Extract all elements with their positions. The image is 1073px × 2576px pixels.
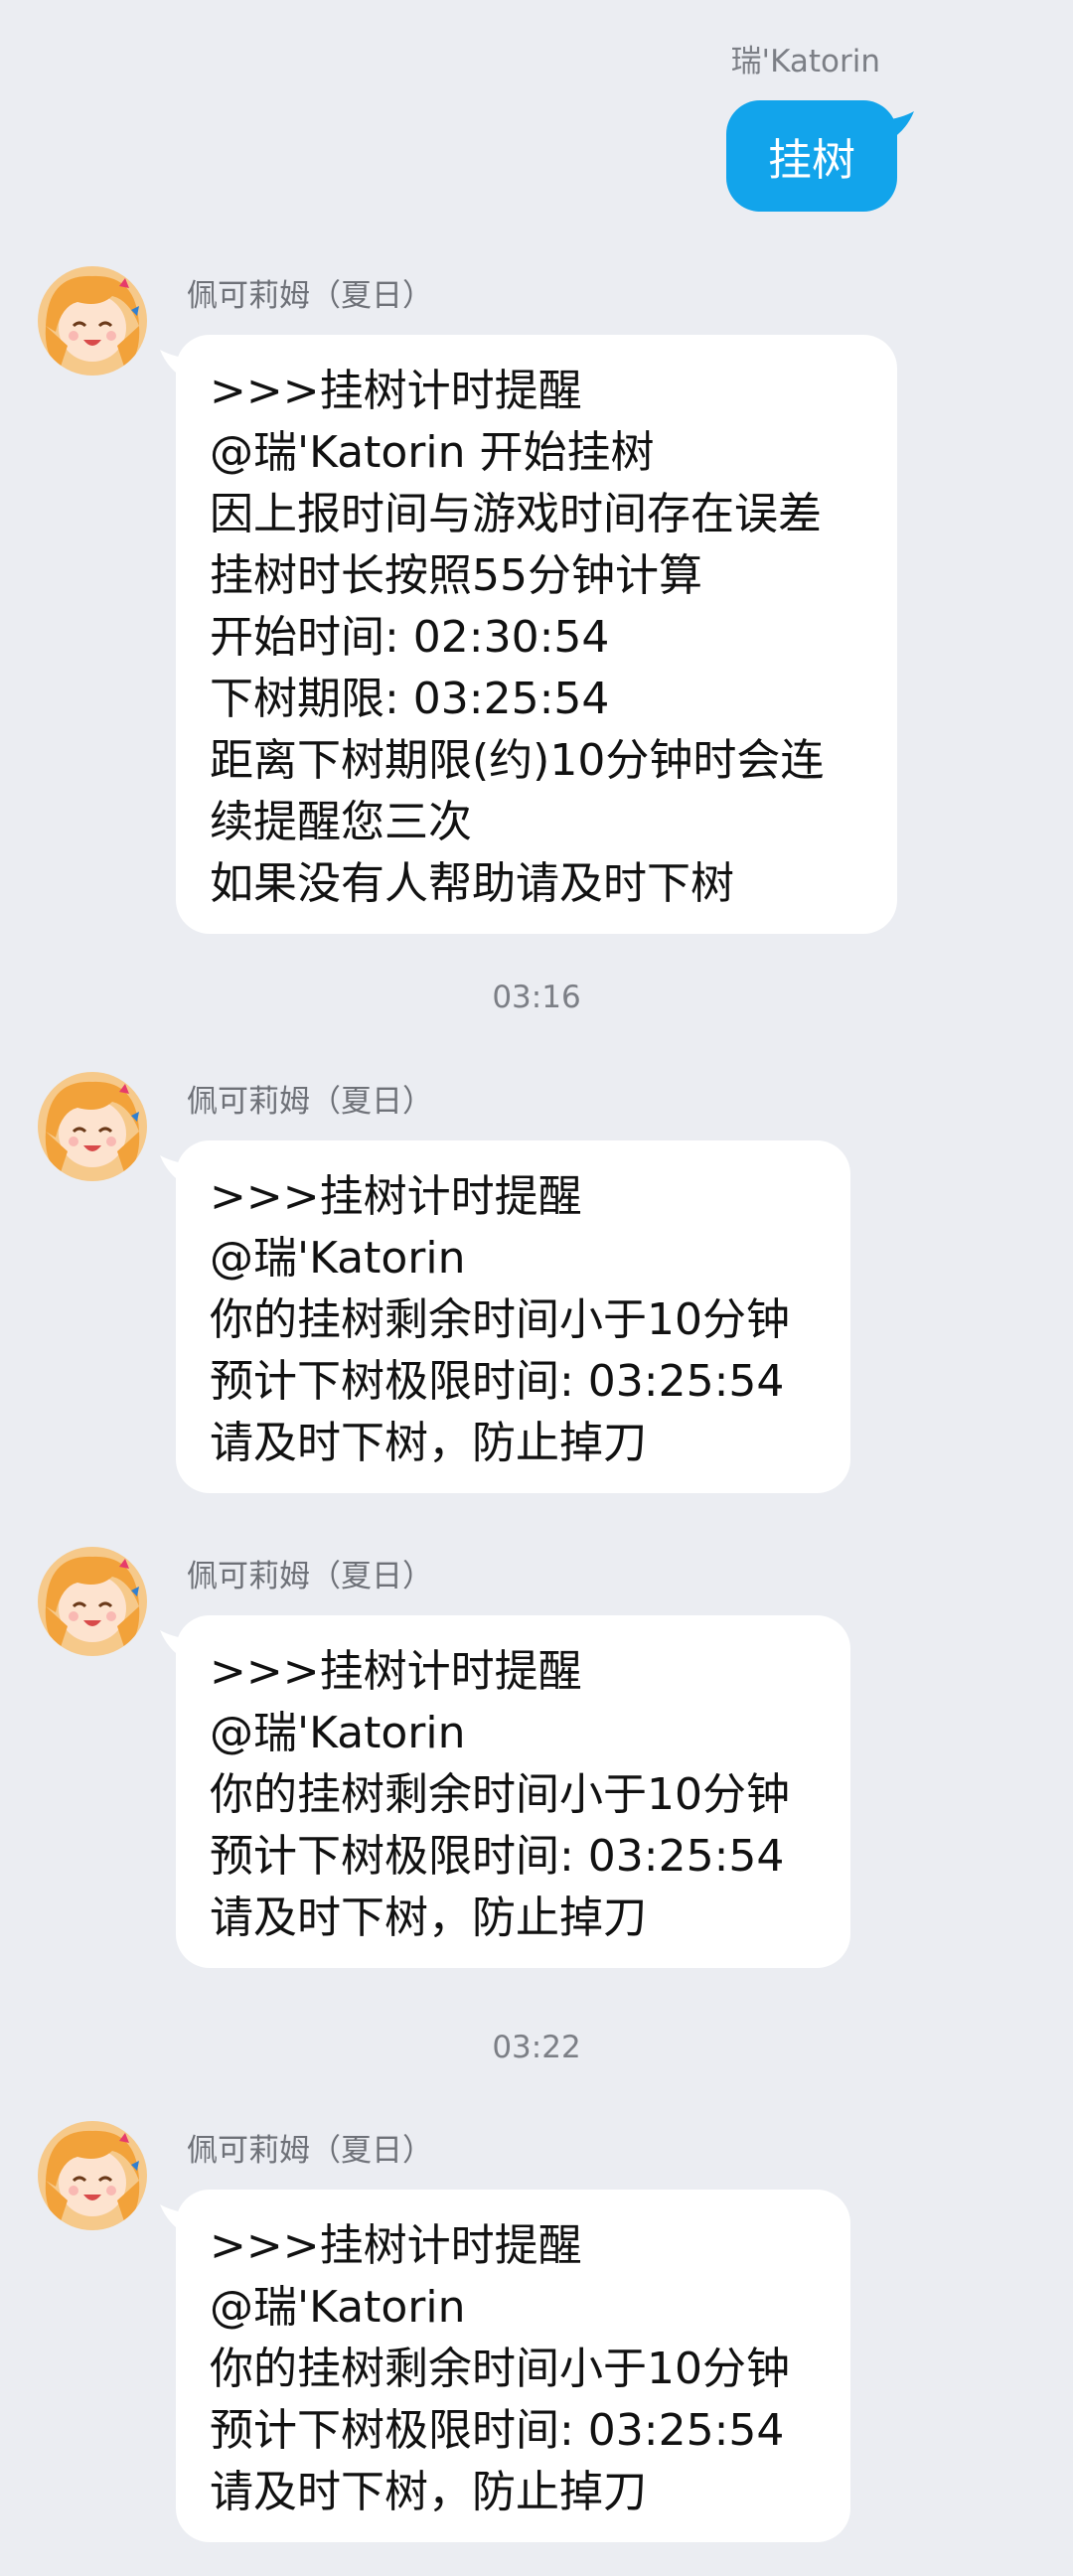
message-line: 下树期限: 03:25:54 [210, 674, 610, 724]
message-line: @瑞'Katorin [210, 2282, 466, 2333]
message-bubble[interactable]: >>>挂树计时提醒 @瑞'Katorin 你的挂树剩余时间小于10分钟 预计下树… [176, 1140, 850, 1493]
avatar[interactable] [38, 1547, 147, 1656]
message-line: 因上报时间与游戏时间存在误差 [210, 489, 822, 539]
message-line: >>>挂树计时提醒 [210, 366, 582, 416]
self-message-text: 挂树 [768, 135, 855, 186]
message-line: 续提醒您三次 [210, 797, 472, 847]
message-line: >>>挂树计时提醒 [210, 1171, 582, 1222]
anime-girl-avatar-icon [38, 266, 147, 376]
message-line: 预计下树极限时间: 03:25:54 [210, 1831, 785, 1882]
self-message-bubble[interactable]: 挂树 [726, 100, 897, 212]
message-line: 预计下树极限时间: 03:25:54 [210, 1356, 785, 1407]
avatar[interactable] [38, 1072, 147, 1181]
self-sender-name: 瑞'Katorin [730, 44, 880, 79]
sender-name: 佩可莉姆（夏日） [187, 1559, 433, 1594]
message-line: 请及时下树，防止掉刀 [210, 2467, 647, 2517]
message-line: 请及时下树，防止掉刀 [210, 1418, 647, 1468]
message-line: 距离下树期限(约)10分钟时会连 [210, 735, 825, 786]
message-line: 如果没有人帮助请及时下树 [210, 858, 734, 909]
message-line: 挂树时长按照55分钟计算 [210, 550, 702, 601]
avatar[interactable] [38, 2121, 147, 2230]
sender-name: 佩可莉姆（夏日） [187, 278, 433, 314]
message-bubble[interactable]: >>>挂树计时提醒 @瑞'Katorin 你的挂树剩余时间小于10分钟 预计下树… [176, 1615, 850, 1968]
message-line: 你的挂树剩余时间小于10分钟 [210, 1294, 790, 1345]
anime-girl-avatar-icon [38, 1547, 147, 1656]
message-line: >>>挂树计时提醒 [210, 1646, 582, 1697]
anime-girl-avatar-icon [38, 1072, 147, 1181]
anime-girl-avatar-icon [38, 2121, 147, 2230]
message-line: 你的挂树剩余时间小于10分钟 [210, 1769, 790, 1820]
timestamp: 03:22 [492, 2030, 581, 2065]
sender-name: 佩可莉姆（夏日） [187, 2133, 433, 2169]
message-line: >>>挂树计时提醒 [210, 2220, 582, 2271]
message-line: @瑞'Katorin [210, 1708, 466, 1758]
message-line: @瑞'Katorin [210, 1233, 466, 1284]
avatar[interactable] [38, 266, 147, 376]
message-bubble[interactable]: >>>挂树计时提醒 @瑞'Katorin 开始挂树 因上报时间与游戏时间存在误差… [176, 335, 897, 934]
message-line: 你的挂树剩余时间小于10分钟 [210, 2344, 790, 2394]
message-line: 请及时下树，防止掉刀 [210, 1893, 647, 1943]
message-bubble[interactable]: >>>挂树计时提醒 @瑞'Katorin 你的挂树剩余时间小于10分钟 预计下树… [176, 2190, 850, 2542]
message-line: 预计下树极限时间: 03:25:54 [210, 2405, 785, 2456]
message-line: @瑞'Katorin 开始挂树 [210, 427, 655, 478]
sender-name: 佩可莉姆（夏日） [187, 1084, 433, 1120]
timestamp: 03:16 [492, 980, 581, 1015]
message-line: 开始时间: 02:30:54 [210, 612, 610, 663]
